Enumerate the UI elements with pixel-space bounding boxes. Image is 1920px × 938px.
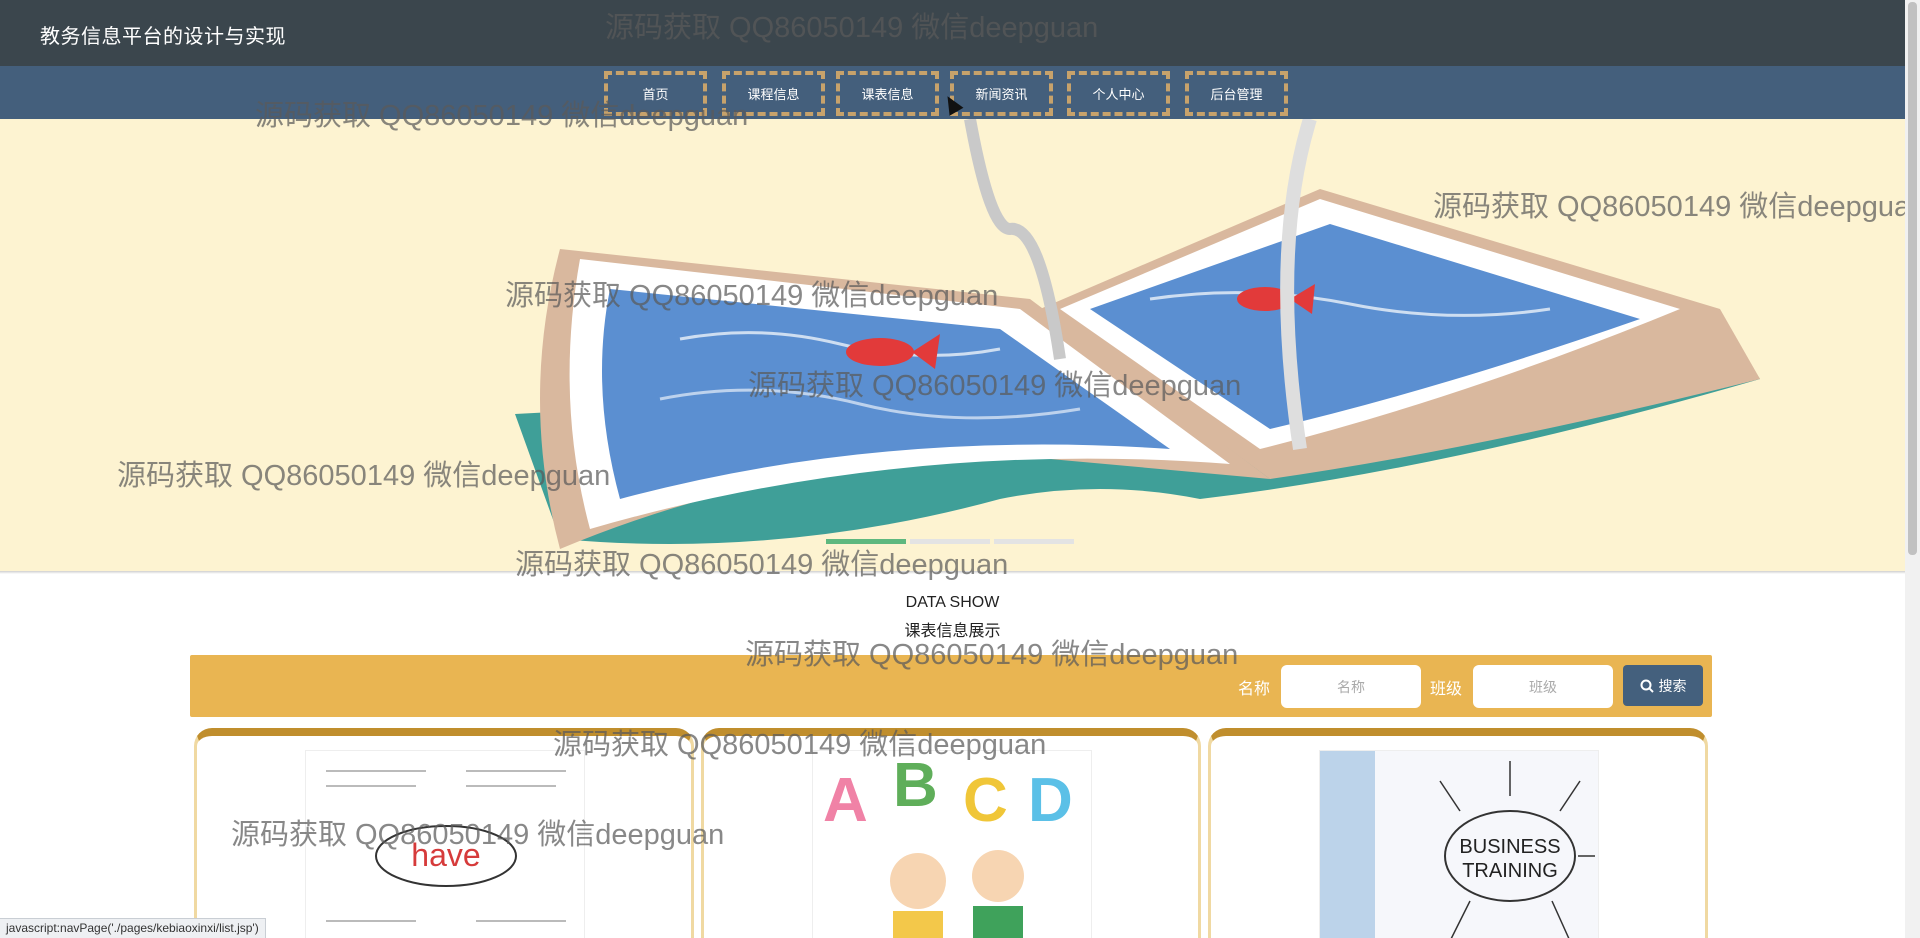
nav-item-schedule-info[interactable]: 课表信息 xyxy=(836,71,939,116)
search-button[interactable]: 搜索 xyxy=(1623,665,1703,706)
schedule-card-1[interactable]: have xyxy=(194,728,694,938)
svg-text:A: A xyxy=(823,766,868,835)
top-header: 教务信息平台的设计与实现 xyxy=(0,0,1905,66)
carousel-dot-1[interactable] xyxy=(826,539,906,544)
card-image-text-1: have xyxy=(411,837,480,873)
nav-item-home[interactable]: 首页 xyxy=(604,71,707,116)
search-name-input[interactable] xyxy=(1281,665,1421,708)
banner-divider xyxy=(0,571,1905,574)
banner-carousel[interactable] xyxy=(0,119,1905,571)
svg-text:D: D xyxy=(1028,766,1073,835)
page-scrollbar[interactable] xyxy=(1905,0,1920,938)
card-image-1: have xyxy=(305,750,585,938)
nav-item-personal-center[interactable]: 个人中心 xyxy=(1067,71,1170,116)
section-title-en: DATA SHOW xyxy=(905,594,1000,611)
search-bar: 名称 班级 搜索 xyxy=(190,655,1712,717)
carousel-dot-3[interactable] xyxy=(994,539,1074,544)
search-icon xyxy=(1640,679,1654,693)
open-book-illustration xyxy=(515,119,1760,549)
schedule-card-3[interactable]: BUSINESS TRAINING xyxy=(1208,728,1708,938)
search-class-input[interactable] xyxy=(1473,665,1613,708)
search-name-label: 名称 xyxy=(1238,681,1271,698)
svg-text:B: B xyxy=(893,751,938,820)
carousel-dot-2[interactable] xyxy=(910,539,990,544)
svg-text:C: C xyxy=(963,766,1008,835)
carousel-indicators xyxy=(826,539,1074,544)
nav-item-news[interactable]: 新闻资讯 xyxy=(950,71,1053,116)
section-title-cn: 课表信息展示 xyxy=(904,623,1001,640)
site-title: 教务信息平台的设计与实现 xyxy=(40,26,286,48)
card-image-3: BUSINESS TRAINING xyxy=(1319,750,1599,938)
schedule-card-2[interactable]: A B C D xyxy=(701,728,1201,938)
browser-status-bar: javascript:navPage('./pages/kebiaoxinxi/… xyxy=(0,918,266,938)
svg-text:BUSINESS: BUSINESS xyxy=(1459,836,1560,858)
card-image-2: A B C D xyxy=(812,750,1092,938)
scrollbar-thumb[interactable] xyxy=(1908,2,1917,555)
search-class-label: 班级 xyxy=(1430,681,1463,698)
nav-item-course-info[interactable]: 课程信息 xyxy=(722,71,825,116)
search-button-label: 搜索 xyxy=(1658,677,1687,694)
nav-item-admin[interactable]: 后台管理 xyxy=(1185,71,1288,116)
svg-text:TRAINING: TRAINING xyxy=(1462,860,1558,882)
